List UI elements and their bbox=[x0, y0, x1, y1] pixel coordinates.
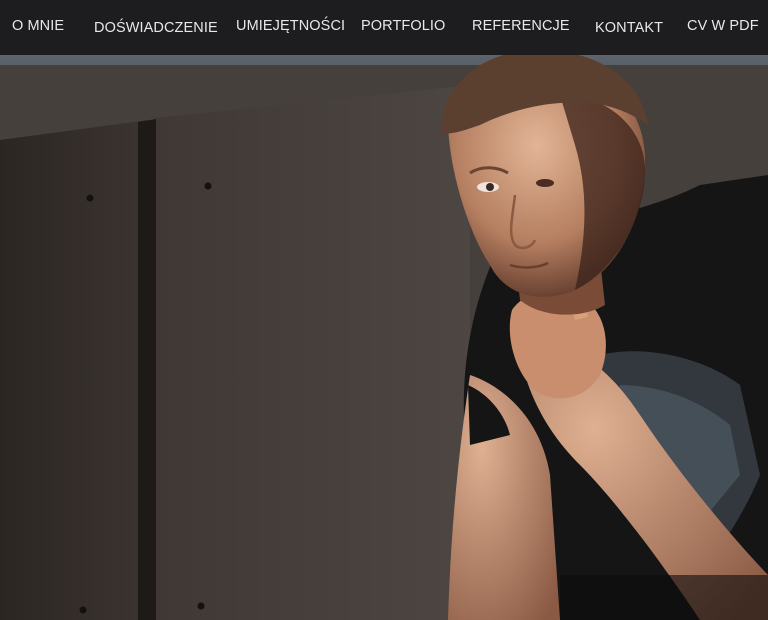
hero-photo-illustration bbox=[0, 55, 768, 620]
nav-item-portfolio[interactable]: PORTFOLIO bbox=[361, 18, 445, 34]
nav-item-doswiadczenie[interactable]: DOŚWIADCZENIE bbox=[94, 20, 218, 36]
screw bbox=[197, 602, 205, 610]
nav-item-umiejetnosci[interactable]: UMIEJĘTNOŚCI bbox=[236, 18, 345, 34]
screw bbox=[204, 182, 212, 190]
screw bbox=[79, 606, 87, 614]
page: O MNIE DOŚWIADCZENIE UMIEJĘTNOŚCI PORTFO… bbox=[0, 0, 768, 620]
wall-panel-middle bbox=[156, 85, 470, 620]
nav-item-referencje[interactable]: REFERENCJE bbox=[472, 18, 570, 34]
nav-item-o-mnie[interactable]: O MNIE bbox=[12, 18, 64, 34]
nav-item-kontakt[interactable]: KONTAKT bbox=[595, 20, 663, 36]
nav-item-cv-pdf[interactable]: CV W PDF bbox=[687, 18, 759, 34]
screw bbox=[86, 194, 94, 202]
hero-photo bbox=[0, 55, 768, 620]
top-navigation-bar: O MNIE DOŚWIADCZENIE UMIEJĘTNOŚCI PORTFO… bbox=[0, 0, 768, 55]
wall-panel-left bbox=[0, 120, 148, 620]
